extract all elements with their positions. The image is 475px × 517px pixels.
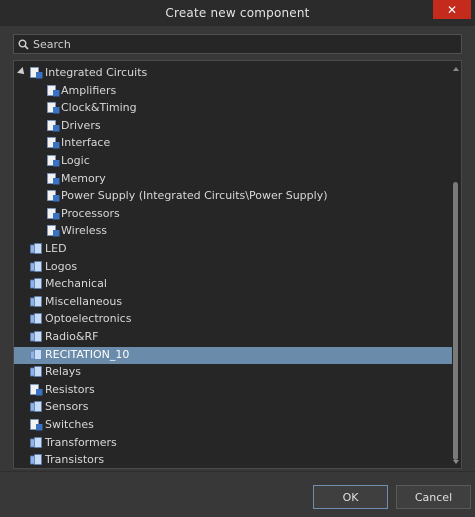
tree-item-label: Clock&Timing [61, 101, 137, 115]
component-icon [47, 172, 60, 185]
tree-item[interactable]: Relays [14, 364, 452, 381]
tree-item-label: Processors [61, 206, 120, 220]
tree-item-label: Transformers [45, 435, 117, 449]
tree-item-label: Mechanical [45, 277, 107, 291]
tree-item-label: RECITATION_10 [45, 347, 130, 361]
cancel-button[interactable]: Cancel [396, 485, 471, 509]
tree-item[interactable]: Drivers [14, 118, 452, 135]
tree-item-label: Radio&RF [45, 330, 99, 343]
category-icon [30, 260, 43, 273]
component-tree[interactable]: Integrated Circuits Amplifiers Clock&Timin… [13, 60, 462, 469]
tree-item[interactable]: LED [14, 241, 452, 258]
footer-divider [0, 471, 475, 472]
tree-item[interactable]: Transformers [14, 435, 452, 452]
tree-item[interactable]: Switches [14, 417, 452, 434]
tree-item-label: Sensors [45, 400, 89, 414]
tree-item-label: Logic [61, 154, 90, 167]
scroll-up-arrow[interactable] [453, 67, 459, 71]
tree-item[interactable]: Integrated Circuits [14, 65, 452, 82]
category-icon [30, 366, 43, 378]
tree-item-label: Logos [45, 259, 78, 273]
component-icon [47, 102, 60, 114]
tree-item[interactable]: Radio&RF [14, 329, 452, 346]
category-icon [30, 295, 43, 308]
tree-item[interactable]: Power Supply (Integrated Circuits\Power … [14, 188, 452, 205]
tree-item[interactable]: Memory [14, 171, 452, 188]
scrollbar-thumb[interactable] [453, 182, 458, 460]
close-button[interactable]: ✕ [433, 0, 471, 19]
tree-item[interactable]: Miscellaneous [14, 294, 452, 311]
component-icon [47, 207, 60, 220]
tree-item-label: Interface [61, 136, 111, 150]
tree-item[interactable]: Interface [14, 135, 452, 152]
category-icon [30, 313, 43, 325]
tree-item[interactable]: Mechanical [14, 276, 452, 293]
vertical-scrollbar[interactable] [451, 61, 460, 468]
category-icon [30, 436, 43, 449]
tree-item-label: Resistors [45, 382, 95, 396]
tree-item-label: Integrated Circuits [45, 66, 148, 79]
ok-button[interactable]: OK [313, 485, 388, 509]
category-icon [30, 454, 43, 466]
tree-item-label: Transistors [45, 453, 105, 467]
tree-item[interactable]: RECITATION_10 [14, 346, 452, 364]
window-title: Create new component [165, 6, 310, 20]
component-icon [47, 225, 60, 237]
category-icon [30, 401, 43, 413]
search-box[interactable] [13, 34, 462, 54]
category-icon [30, 348, 43, 361]
component-icon [47, 155, 60, 167]
title-bar: Create new component ✕ [0, 0, 475, 26]
component-icon [47, 190, 60, 202]
tree-item[interactable]: Clock&Timing [14, 100, 452, 117]
tree-item-label: Miscellaneous [45, 294, 123, 308]
category-icon [30, 331, 43, 343]
tree-item-label: Optoelectronics [45, 312, 132, 326]
tree-item-label: Drivers [61, 118, 101, 132]
folder-chip-icon [30, 67, 43, 79]
tree-item[interactable]: Processors [14, 206, 452, 223]
tree-item[interactable]: Logic [14, 153, 452, 170]
component-icon [47, 137, 60, 149]
search-icon [18, 39, 29, 50]
close-icon: ✕ [446, 2, 458, 17]
scroll-down-arrow[interactable] [453, 460, 459, 464]
tree-item[interactable]: Transistors [14, 452, 452, 468]
tree-item-label: Wireless [61, 224, 108, 238]
component-icon [47, 84, 60, 97]
component-icon [30, 419, 43, 431]
tree-item-label: LED [45, 242, 67, 255]
category-icon [30, 278, 43, 290]
search-input[interactable] [33, 37, 433, 51]
tree-item-label: Amplifiers [61, 83, 117, 97]
category-icon [30, 243, 43, 255]
tree-item[interactable]: Wireless [14, 223, 452, 240]
tree-item-label: Memory [61, 171, 106, 185]
tree-item[interactable]: Logos [14, 259, 452, 276]
tree-item[interactable]: Sensors [14, 399, 452, 416]
tree-item-label: Power Supply (Integrated Circuits\Power … [61, 189, 328, 203]
component-icon [30, 383, 43, 396]
expand-arrow-icon[interactable] [17, 67, 27, 77]
tree-item[interactable]: Optoelectronics [14, 311, 452, 328]
tree-item-label: Relays [45, 365, 81, 379]
component-icon [47, 119, 60, 132]
tree-item[interactable]: Amplifiers [14, 83, 452, 100]
tree-item[interactable]: Resistors [14, 382, 452, 399]
tree-item-label: Switches [45, 418, 94, 431]
